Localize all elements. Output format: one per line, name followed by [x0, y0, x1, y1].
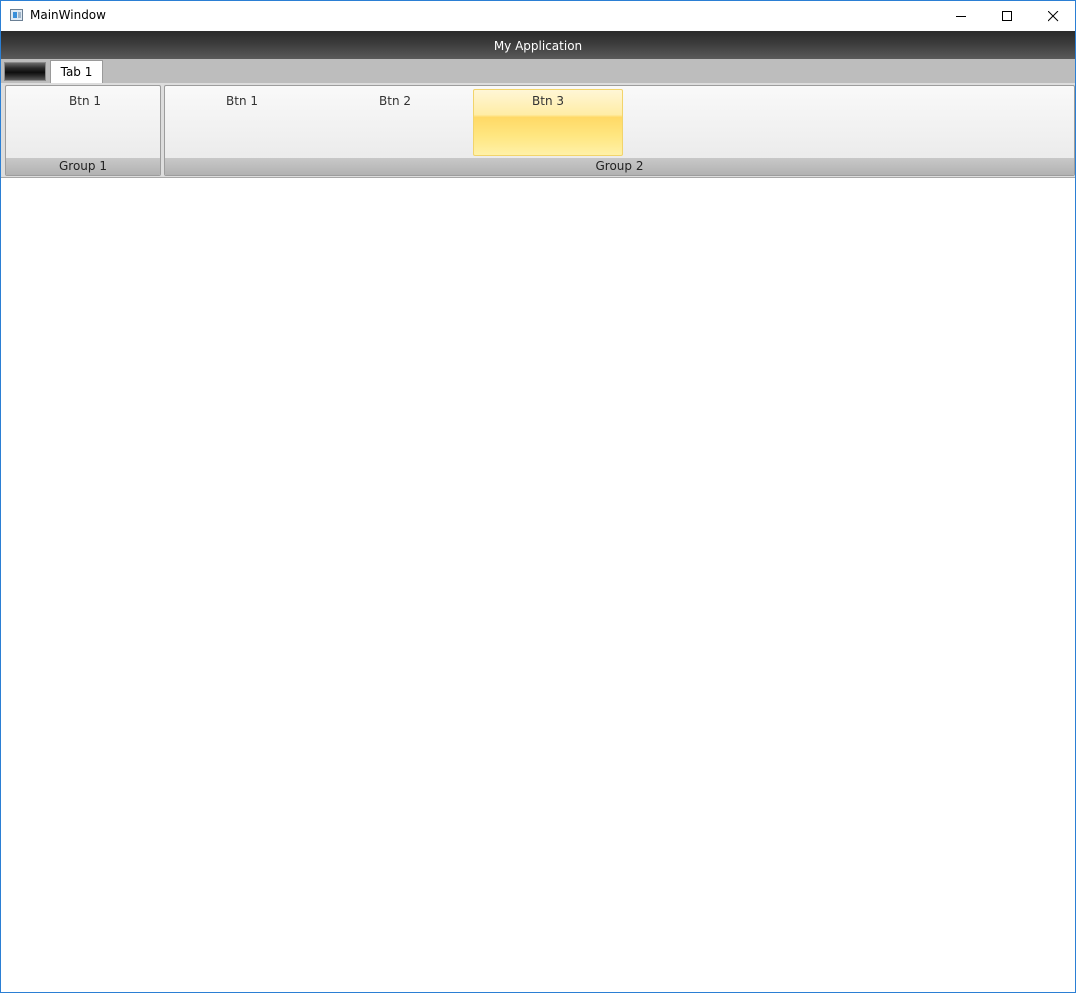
close-button[interactable] — [1030, 1, 1075, 31]
application-menu-button[interactable] — [4, 62, 46, 81]
group-2-btn-3[interactable]: Btn 3 — [473, 89, 623, 156]
group-1-label: Group 1 — [6, 158, 160, 175]
application-header: My Application — [1, 31, 1075, 59]
main-window: MainWindow My Application Tab 1 Btn 1 Gr… — [0, 0, 1076, 993]
content-area — [1, 178, 1075, 992]
ribbon-panel: Btn 1 Group 1 Btn 1 Btn 2 Btn 3 Group 2 — [1, 83, 1075, 178]
maximize-icon — [1002, 11, 1012, 21]
close-icon — [1048, 11, 1059, 22]
ribbon-tab-strip: Tab 1 — [1, 59, 1075, 83]
group-2-btn-1[interactable]: Btn 1 — [167, 89, 317, 156]
title-bar: MainWindow — [1, 1, 1075, 31]
minimize-button[interactable] — [938, 1, 984, 31]
tab-1[interactable]: Tab 1 — [50, 60, 103, 83]
ribbon-group-2: Btn 1 Btn 2 Btn 3 Group 2 — [164, 85, 1075, 176]
window-app-icon — [10, 9, 23, 21]
ribbon-group-1: Btn 1 Group 1 — [5, 85, 161, 176]
maximize-button[interactable] — [984, 1, 1030, 31]
group-1-btn-1[interactable]: Btn 1 — [10, 89, 160, 156]
group-2-label: Group 2 — [165, 158, 1074, 175]
group-2-btn-2[interactable]: Btn 2 — [320, 89, 470, 156]
minimize-icon — [956, 16, 966, 17]
window-title: MainWindow — [30, 8, 106, 22]
